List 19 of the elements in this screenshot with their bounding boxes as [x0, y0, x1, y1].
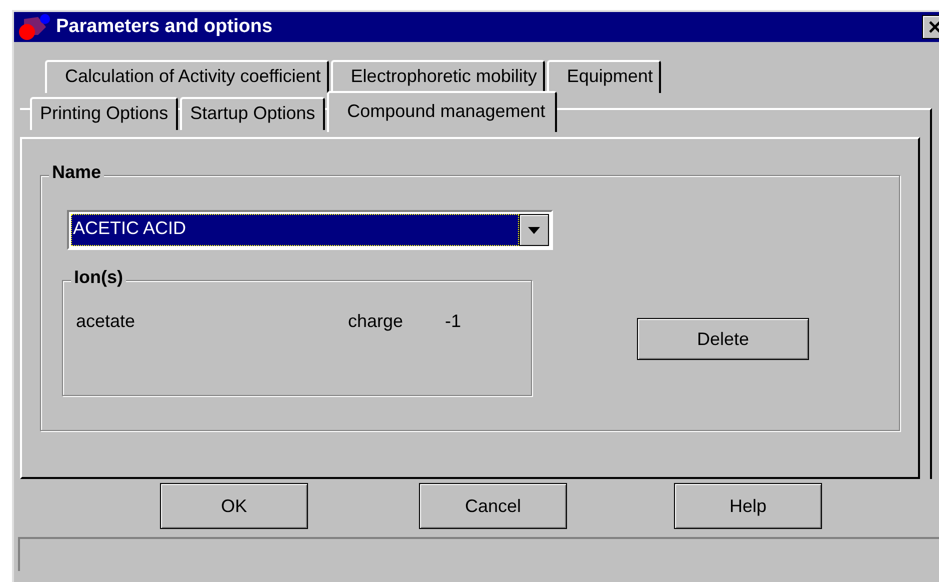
tab[interactable]: Equipment: [546, 60, 661, 93]
dropdown-arrow-icon: [528, 226, 540, 234]
dialog-button[interactable]: OK: [160, 483, 308, 529]
tab[interactable]: Startup Options: [180, 97, 326, 130]
charge-label: charge: [348, 311, 404, 332]
tab[interactable]: Compound management: [327, 91, 558, 132]
tab[interactable]: Printing Options: [30, 97, 178, 130]
app-icon: [16, 13, 52, 41]
group-label: Ion(s): [71, 267, 126, 288]
delete-button[interactable]: Delete: [637, 318, 809, 360]
close-icon: [929, 21, 939, 33]
tab[interactable]: Calculation of Activity coefficient: [45, 60, 329, 93]
compound-dropdown[interactable]: ACETIC ACID: [67, 210, 553, 250]
window-title: Parameters and options: [56, 16, 274, 38]
charge-value: -1: [445, 311, 462, 332]
tab[interactable]: Electrophoretic mobility: [330, 60, 545, 93]
dialog-button[interactable]: Help: [674, 483, 822, 529]
ion-name: acetate: [76, 311, 136, 332]
dialog-button[interactable]: Cancel: [419, 483, 567, 529]
